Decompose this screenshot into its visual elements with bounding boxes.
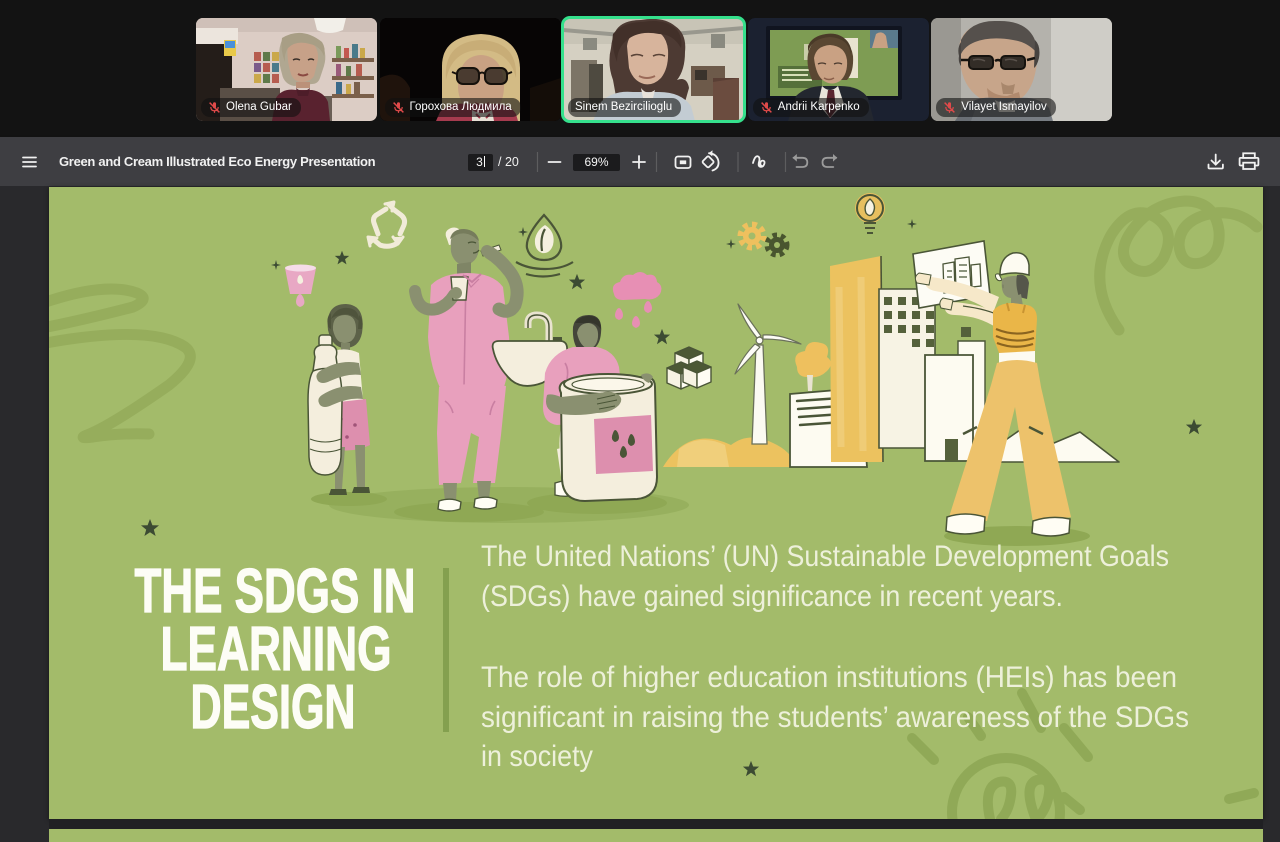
svg-text:(SDGs) have gained significanc: (SDGs) have gained significance in recen…: [481, 580, 1063, 613]
svg-text:significant in raising the stu: significant in raising the students’ awa…: [481, 701, 1189, 734]
svg-text:DESIGN: DESIGN: [191, 673, 356, 742]
svg-text:The role of higher education i: The role of higher education institution…: [481, 661, 1177, 694]
svg-text:The United Nations’ (UN) Susta: The United Nations’ (UN) Sustainable Dev…: [481, 540, 1169, 573]
svg-text:in society: in society: [481, 740, 593, 773]
